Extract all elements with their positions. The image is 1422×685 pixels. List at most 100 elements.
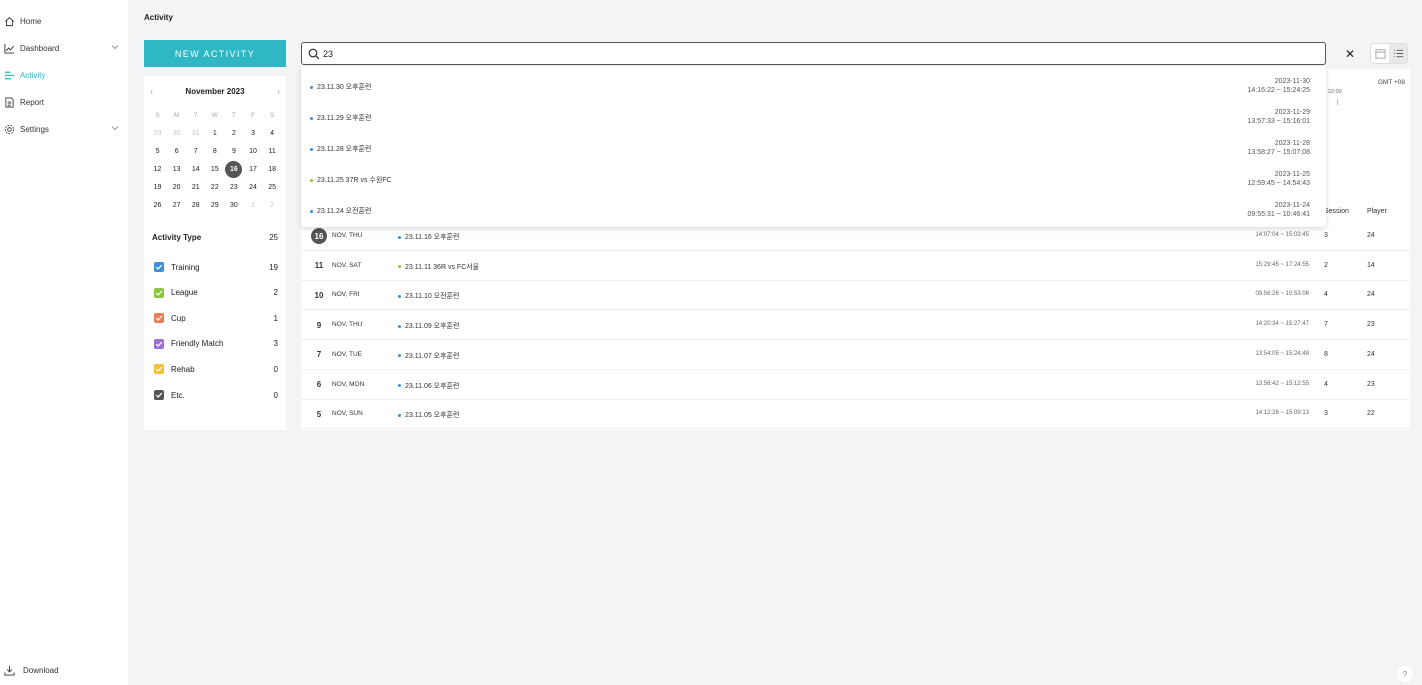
calendar-day[interactable]: 22 xyxy=(205,178,224,196)
download-button[interactable]: Download xyxy=(0,660,59,680)
search-result-date-text: 2023-11-30 xyxy=(1274,78,1310,85)
check-icon xyxy=(155,392,163,398)
table-row[interactable]: 6 NOV, MON 23.11.06 오후훈련 13:56:42 ~ 15:12:5… xyxy=(301,370,1410,400)
chevron-down-icon[interactable] xyxy=(110,123,120,133)
search-result-item[interactable]: 23.11.28 오후훈련 2023-11-28 13:58:27 ~ 15:07:… xyxy=(301,131,1326,162)
checkbox[interactable] xyxy=(154,338,164,349)
calendar-day[interactable]: 28 xyxy=(186,196,205,214)
sidebar-item-dashboard[interactable]: Dashboard xyxy=(0,38,128,58)
calendar-day[interactable]: 20 xyxy=(167,178,186,196)
calendar-day[interactable]: 21 xyxy=(186,178,205,196)
sidebar-item-activity[interactable]: Activity xyxy=(0,65,128,85)
calendar-day[interactable]: 27 xyxy=(167,196,186,214)
activity-type-item[interactable]: Etc. 0 xyxy=(154,389,278,401)
calendar-day[interactable]: 29 xyxy=(148,124,167,142)
table-row[interactable]: 11 NOV, SAT 23.11.11 36R vs FC서울 15:29:45 ~… xyxy=(301,251,1410,281)
calendar-day[interactable]: 18 xyxy=(263,160,282,178)
search-result-item[interactable]: 23.11.24 오전훈련 2023-11-24 09:55:31 ~ 10:46:… xyxy=(301,193,1326,224)
checkbox[interactable] xyxy=(154,364,164,375)
chevron-left-icon[interactable]: ‹ xyxy=(150,86,153,96)
search-icon xyxy=(308,48,320,59)
row-player: 14 xyxy=(1367,261,1375,269)
chevron-right-icon[interactable]: › xyxy=(277,86,280,96)
calendar-day[interactable]: 9 xyxy=(224,142,243,160)
calendar-day[interactable]: 14 xyxy=(186,160,205,178)
row-player: 24 xyxy=(1367,232,1375,239)
list-view-button[interactable] xyxy=(1389,44,1407,63)
calendar-day[interactable]: 23 xyxy=(224,178,243,196)
row-title[interactable]: 23.11.06 오후훈련 xyxy=(398,381,459,391)
sidebar-item-home[interactable]: Home xyxy=(0,11,128,31)
calendar-day[interactable]: 24 xyxy=(243,178,262,196)
search-result-item[interactable]: 23.11.29 오후훈련 2023-11-29 13:57:33 ~ 15:16:… xyxy=(301,100,1326,131)
calendar-day[interactable]: 5 xyxy=(148,142,167,160)
checkbox[interactable] xyxy=(154,390,164,400)
search-result-item[interactable]: 23.11.30 오후훈련 2023-11-30 14:16:22 ~ 15:24:… xyxy=(301,69,1326,100)
calendar-day[interactable]: 26 xyxy=(148,196,167,214)
calendar-day[interactable]: 2 xyxy=(263,196,282,214)
row-day: 10 xyxy=(314,290,324,300)
row-title[interactable]: 23.11.07 오후훈련 xyxy=(398,351,459,361)
calendar-day[interactable]: 7 xyxy=(186,142,205,160)
row-title[interactable]: 23.11.16 오후훈련 xyxy=(398,232,459,242)
calendar-day[interactable]: 30 xyxy=(224,196,243,214)
sidebar-item-report[interactable]: Report xyxy=(0,92,128,112)
chevron-down-icon[interactable] xyxy=(110,42,120,52)
row-time: 15:29:45 ~ 17:24:55 xyxy=(1255,261,1309,268)
calendar-view-button[interactable] xyxy=(1371,44,1389,63)
calendar-day[interactable]: 1 xyxy=(243,196,262,214)
row-day: 16 xyxy=(311,228,327,244)
calendar-day[interactable]: 2 xyxy=(224,124,243,142)
download-label: Download xyxy=(23,665,59,675)
search-input[interactable] xyxy=(323,48,1325,59)
calendar-day[interactable]: 17 xyxy=(243,160,262,178)
checkbox[interactable] xyxy=(154,313,164,324)
table-row[interactable]: 5 NOV, SUN 23.11.05 오후훈련 14:12:26 ~ 15:09:1… xyxy=(301,399,1410,430)
row-title[interactable]: 23.11.10 오전훈련 xyxy=(398,291,459,301)
search-result-name-text: 23.11.29 오후훈련 xyxy=(317,115,372,122)
calendar-day[interactable]: 30 xyxy=(167,124,186,142)
search-result-item[interactable]: 23.11.25 37R vs 수원FC 2023-11-25 12:59:45 ~… xyxy=(301,162,1326,193)
search-result-name-text: 23.11.24 오전훈련 xyxy=(317,208,372,215)
checkbox[interactable] xyxy=(154,287,164,298)
activity-type-item[interactable]: Rehab 0 xyxy=(154,363,278,375)
calendar-day[interactable]: 6 xyxy=(167,142,186,160)
activity-type-item[interactable]: League 2 xyxy=(154,287,278,299)
calendar-day[interactable]: 25 xyxy=(263,178,282,196)
calendar-day[interactable]: 29 xyxy=(205,196,224,214)
calendar-day[interactable]: 1 xyxy=(205,124,224,142)
calendar-day[interactable]: 12 xyxy=(148,160,167,178)
calendar-day[interactable]: 10 xyxy=(243,142,262,160)
calendar-day[interactable]: 11 xyxy=(263,142,282,160)
table-row[interactable]: 7 NOV, TUE 23.11.07 오후훈련 13:54:05 ~ 15:24:4… xyxy=(301,340,1410,370)
calendar-day[interactable]: 13 xyxy=(167,160,186,178)
sidebar-item-settings[interactable]: Settings xyxy=(0,119,128,139)
calendar-day[interactable]: 4 xyxy=(263,124,282,142)
row-session: 3 xyxy=(1324,232,1328,239)
column-header-player: Player xyxy=(1367,208,1387,215)
close-icon[interactable]: ✕ xyxy=(1343,47,1357,61)
calendar-day[interactable]: 15 xyxy=(205,160,224,178)
table-row[interactable]: 9 NOV, THU 23.11.09 오후훈련 14:20:34 ~ 15:27:4… xyxy=(301,310,1410,341)
activity-type-item[interactable]: Cup 1 xyxy=(154,312,278,324)
activity-type-item[interactable]: Friendly Match 3 xyxy=(154,338,278,350)
calendar-day[interactable]: 19 xyxy=(148,178,167,196)
calendar-day[interactable]: 3 xyxy=(243,124,262,142)
row-title[interactable]: 23.11.09 오후훈련 xyxy=(398,321,459,331)
type-dot xyxy=(310,85,313,89)
activity-list-icon xyxy=(4,71,15,79)
calendar-day[interactable]: 31 xyxy=(186,124,205,142)
checkbox[interactable] xyxy=(154,262,164,272)
column-header-session: Session xyxy=(1324,208,1349,215)
table-row[interactable]: 10 NOV, FRI 23.11.10 오전훈련 09:56:26 ~ 10:53:… xyxy=(301,280,1410,311)
row-title[interactable]: 23.11.05 오후훈련 xyxy=(398,410,459,420)
sidebar-item-label: Activity xyxy=(20,70,46,80)
row-title[interactable]: 23.11.11 36R vs FC서울 xyxy=(398,262,479,272)
row-time: 13:54:05 ~ 15:24:48 xyxy=(1255,350,1309,357)
search-bar[interactable] xyxy=(301,42,1326,65)
activity-type-item[interactable]: Training 19 xyxy=(154,261,278,273)
help-button[interactable]: ? xyxy=(1397,666,1413,682)
calendar-day[interactable]: 16 xyxy=(224,160,243,178)
calendar-day[interactable]: 8 xyxy=(205,142,224,160)
new-activity-button[interactable]: NEW ACTIVITY xyxy=(144,40,286,67)
